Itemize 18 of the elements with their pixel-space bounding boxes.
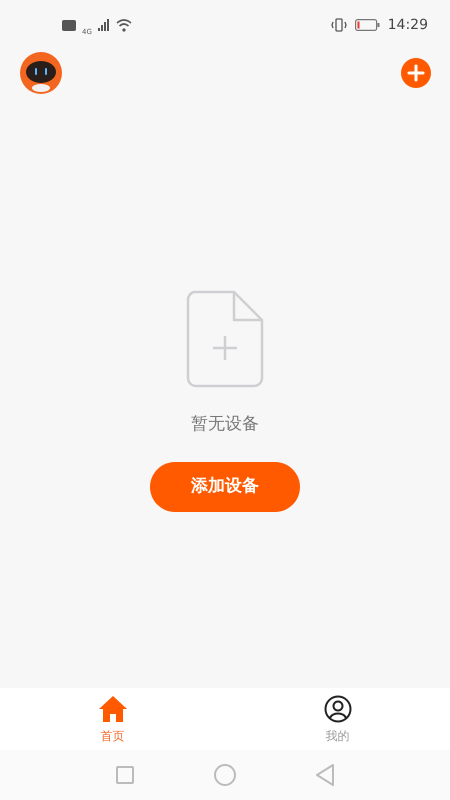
plus-icon — [407, 64, 425, 82]
tab[interactable]: 首页 — [0, 688, 225, 750]
vibrate-icon — [330, 18, 347, 32]
recents-icon[interactable] — [116, 766, 134, 784]
signal-icon — [98, 19, 110, 31]
user-icon — [324, 695, 352, 723]
add-button[interactable] — [401, 58, 431, 88]
add-device-button[interactable]: 添加设备 — [150, 462, 300, 512]
battery-icon — [354, 19, 380, 31]
document-icon — [186, 290, 264, 388]
home-circle-icon[interactable] — [214, 764, 236, 786]
clock-time: 14:29 — [388, 16, 428, 34]
empty-message: 暂无设备 — [191, 413, 259, 436]
home-icon — [98, 695, 128, 723]
tab[interactable]: 我的 — [225, 688, 450, 750]
robot-avatar-icon[interactable] — [20, 52, 62, 94]
wifi-icon — [116, 18, 132, 32]
back-icon[interactable] — [316, 764, 334, 786]
